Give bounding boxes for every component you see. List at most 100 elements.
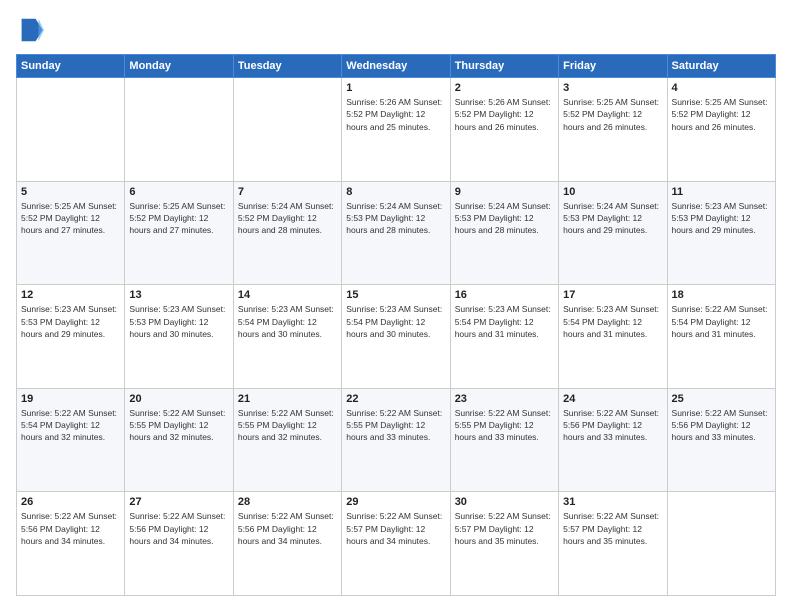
day-number: 27 bbox=[129, 496, 228, 508]
calendar-cell bbox=[125, 78, 233, 182]
day-number: 6 bbox=[129, 186, 228, 198]
day-info: Sunrise: 5:26 AM Sunset: 5:52 PM Dayligh… bbox=[455, 96, 554, 133]
day-info: Sunrise: 5:23 AM Sunset: 5:54 PM Dayligh… bbox=[346, 303, 445, 340]
calendar-cell: 14Sunrise: 5:23 AM Sunset: 5:54 PM Dayli… bbox=[233, 285, 341, 389]
calendar-cell bbox=[233, 78, 341, 182]
day-info: Sunrise: 5:23 AM Sunset: 5:54 PM Dayligh… bbox=[563, 303, 662, 340]
day-info: Sunrise: 5:22 AM Sunset: 5:56 PM Dayligh… bbox=[238, 510, 337, 547]
day-number: 30 bbox=[455, 496, 554, 508]
calendar-cell: 20Sunrise: 5:22 AM Sunset: 5:55 PM Dayli… bbox=[125, 388, 233, 492]
day-info: Sunrise: 5:22 AM Sunset: 5:55 PM Dayligh… bbox=[238, 407, 337, 444]
day-number: 29 bbox=[346, 496, 445, 508]
day-number: 22 bbox=[346, 393, 445, 405]
day-info: Sunrise: 5:23 AM Sunset: 5:54 PM Dayligh… bbox=[238, 303, 337, 340]
day-number: 18 bbox=[672, 289, 771, 301]
calendar-cell: 2 Sunrise: 5:26 AM Sunset: 5:52 PM Daylig… bbox=[450, 78, 558, 182]
day-info: Sunrise: 5:25 AM Sunset: 5:52 PM Dayligh… bbox=[129, 200, 228, 237]
day-info: Sunrise: 5:22 AM Sunset: 5:56 PM Dayligh… bbox=[563, 407, 662, 444]
day-number: 25 bbox=[672, 393, 771, 405]
calendar-week-row: 1 Sunrise: 5:26 AM Sunset: 5:52 PM Daylig… bbox=[17, 78, 776, 182]
calendar-cell: 12 Sunrise: 5:23 AM Sunset: 5:53 PM Dayli… bbox=[17, 285, 125, 389]
day-number: 12 bbox=[21, 289, 120, 301]
calendar-cell: 17Sunrise: 5:23 AM Sunset: 5:54 PM Dayli… bbox=[559, 285, 667, 389]
calendar-cell: 11 Sunrise: 5:23 AM Sunset: 5:53 PM Dayli… bbox=[667, 181, 775, 285]
calendar-cell: 4 Sunrise: 5:25 AM Sunset: 5:52 PM Daylig… bbox=[667, 78, 775, 182]
day-number: 19 bbox=[21, 393, 120, 405]
day-info: Sunrise: 5:23 AM Sunset: 5:53 PM Dayligh… bbox=[672, 200, 771, 237]
day-info: Sunrise: 5:24 AM Sunset: 5:53 PM Dayligh… bbox=[563, 200, 662, 237]
day-info: Sunrise: 5:25 AM Sunset: 5:52 PM Dayligh… bbox=[672, 96, 771, 133]
day-number: 11 bbox=[672, 186, 771, 198]
day-info: Sunrise: 5:25 AM Sunset: 5:52 PM Dayligh… bbox=[563, 96, 662, 133]
day-info: Sunrise: 5:24 AM Sunset: 5:53 PM Dayligh… bbox=[346, 200, 445, 237]
calendar-table: SundayMondayTuesdayWednesdayThursdayFrid… bbox=[16, 54, 776, 596]
page: SundayMondayTuesdayWednesdayThursdayFrid… bbox=[0, 0, 792, 612]
day-info: Sunrise: 5:22 AM Sunset: 5:57 PM Dayligh… bbox=[455, 510, 554, 547]
calendar-cell: 19 Sunrise: 5:22 AM Sunset: 5:54 PM Dayli… bbox=[17, 388, 125, 492]
calendar-cell: 28 Sunrise: 5:22 AM Sunset: 5:56 PM Dayli… bbox=[233, 492, 341, 596]
calendar-cell: 29 Sunrise: 5:22 AM Sunset: 5:57 PM Dayli… bbox=[342, 492, 450, 596]
calendar-cell: 6 Sunrise: 5:25 AM Sunset: 5:52 PM Daylig… bbox=[125, 181, 233, 285]
day-info: Sunrise: 5:22 AM Sunset: 5:54 PM Dayligh… bbox=[21, 407, 120, 444]
day-number: 7 bbox=[238, 186, 337, 198]
calendar-cell: 25 Sunrise: 5:22 AM Sunset: 5:56 PM Dayli… bbox=[667, 388, 775, 492]
calendar-cell: 8Sunrise: 5:24 AM Sunset: 5:53 PM Daylig… bbox=[342, 181, 450, 285]
calendar-cell: 5Sunrise: 5:25 AM Sunset: 5:52 PM Daylig… bbox=[17, 181, 125, 285]
day-number: 16 bbox=[455, 289, 554, 301]
day-info: Sunrise: 5:23 AM Sunset: 5:54 PM Dayligh… bbox=[455, 303, 554, 340]
calendar-cell: 27 Sunrise: 5:22 AM Sunset: 5:56 PM Dayli… bbox=[125, 492, 233, 596]
day-info: Sunrise: 5:22 AM Sunset: 5:56 PM Dayligh… bbox=[672, 407, 771, 444]
calendar-cell: 21 Sunrise: 5:22 AM Sunset: 5:55 PM Dayli… bbox=[233, 388, 341, 492]
calendar-week-row: 5Sunrise: 5:25 AM Sunset: 5:52 PM Daylig… bbox=[17, 181, 776, 285]
calendar-cell: 22 Sunrise: 5:22 AM Sunset: 5:55 PM Dayli… bbox=[342, 388, 450, 492]
calendar-cell: 3 Sunrise: 5:25 AM Sunset: 5:52 PM Daylig… bbox=[559, 78, 667, 182]
day-info: Sunrise: 5:22 AM Sunset: 5:55 PM Dayligh… bbox=[455, 407, 554, 444]
day-info: Sunrise: 5:22 AM Sunset: 5:54 PM Dayligh… bbox=[672, 303, 771, 340]
day-info: Sunrise: 5:24 AM Sunset: 5:53 PM Dayligh… bbox=[455, 200, 554, 237]
day-number: 3 bbox=[563, 82, 662, 94]
day-info: Sunrise: 5:24 AM Sunset: 5:52 PM Dayligh… bbox=[238, 200, 337, 237]
day-info: Sunrise: 5:22 AM Sunset: 5:57 PM Dayligh… bbox=[346, 510, 445, 547]
calendar-week-row: 19 Sunrise: 5:22 AM Sunset: 5:54 PM Dayli… bbox=[17, 388, 776, 492]
day-number: 13 bbox=[129, 289, 228, 301]
calendar-cell: 24 Sunrise: 5:22 AM Sunset: 5:56 PM Dayli… bbox=[559, 388, 667, 492]
weekday-header: Thursday bbox=[450, 55, 558, 78]
calendar-cell: 18 Sunrise: 5:22 AM Sunset: 5:54 PM Dayli… bbox=[667, 285, 775, 389]
day-info: Sunrise: 5:22 AM Sunset: 5:56 PM Dayligh… bbox=[129, 510, 228, 547]
calendar-cell: 30 Sunrise: 5:22 AM Sunset: 5:57 PM Dayli… bbox=[450, 492, 558, 596]
weekday-header: Monday bbox=[125, 55, 233, 78]
calendar-week-row: 12 Sunrise: 5:23 AM Sunset: 5:53 PM Dayli… bbox=[17, 285, 776, 389]
day-number: 1 bbox=[346, 82, 445, 94]
day-info: Sunrise: 5:22 AM Sunset: 5:55 PM Dayligh… bbox=[129, 407, 228, 444]
header bbox=[16, 16, 776, 44]
calendar-cell: 15Sunrise: 5:23 AM Sunset: 5:54 PM Dayli… bbox=[342, 285, 450, 389]
day-info: Sunrise: 5:22 AM Sunset: 5:56 PM Dayligh… bbox=[21, 510, 120, 547]
calendar-cell: 16 Sunrise: 5:23 AM Sunset: 5:54 PM Dayli… bbox=[450, 285, 558, 389]
weekday-header: Tuesday bbox=[233, 55, 341, 78]
weekday-header: Friday bbox=[559, 55, 667, 78]
calendar-week-row: 26 Sunrise: 5:22 AM Sunset: 5:56 PM Dayli… bbox=[17, 492, 776, 596]
day-number: 24 bbox=[563, 393, 662, 405]
logo-icon bbox=[16, 16, 44, 44]
day-info: Sunrise: 5:22 AM Sunset: 5:55 PM Dayligh… bbox=[346, 407, 445, 444]
calendar-cell: 13Sunrise: 5:23 AM Sunset: 5:53 PM Dayli… bbox=[125, 285, 233, 389]
day-number: 4 bbox=[672, 82, 771, 94]
day-info: Sunrise: 5:22 AM Sunset: 5:57 PM Dayligh… bbox=[563, 510, 662, 547]
day-number: 2 bbox=[455, 82, 554, 94]
day-number: 10 bbox=[563, 186, 662, 198]
day-number: 26 bbox=[21, 496, 120, 508]
calendar-cell: 9 Sunrise: 5:24 AM Sunset: 5:53 PM Daylig… bbox=[450, 181, 558, 285]
day-info: Sunrise: 5:25 AM Sunset: 5:52 PM Dayligh… bbox=[21, 200, 120, 237]
weekday-header: Sunday bbox=[17, 55, 125, 78]
day-number: 21 bbox=[238, 393, 337, 405]
calendar-cell bbox=[17, 78, 125, 182]
day-number: 9 bbox=[455, 186, 554, 198]
calendar-cell: 7 Sunrise: 5:24 AM Sunset: 5:52 PM Daylig… bbox=[233, 181, 341, 285]
day-number: 23 bbox=[455, 393, 554, 405]
day-number: 28 bbox=[238, 496, 337, 508]
calendar-cell: 31Sunrise: 5:22 AM Sunset: 5:57 PM Dayli… bbox=[559, 492, 667, 596]
calendar-cell bbox=[667, 492, 775, 596]
calendar-cell: 26 Sunrise: 5:22 AM Sunset: 5:56 PM Dayli… bbox=[17, 492, 125, 596]
logo bbox=[16, 16, 48, 44]
day-info: Sunrise: 5:23 AM Sunset: 5:53 PM Dayligh… bbox=[21, 303, 120, 340]
